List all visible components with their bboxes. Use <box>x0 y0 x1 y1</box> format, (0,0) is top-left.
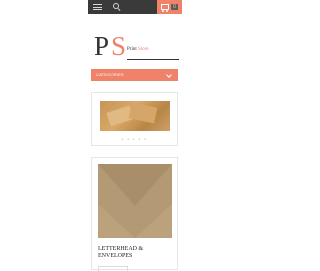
logo-letter-p: P <box>94 31 110 61</box>
logo-word-store: Store <box>138 47 149 52</box>
envelope-image[interactable] <box>98 164 172 238</box>
site-logo[interactable]: P S Print Store <box>94 33 179 63</box>
search-icon[interactable] <box>113 3 121 11</box>
product-card-business-cards[interactable]: ● ● ● ● ● <box>91 92 178 146</box>
product-card-letterhead[interactable]: LETTERHEAD & ENVELOPES <box>91 157 178 271</box>
chevron-down-icon <box>166 72 172 78</box>
hamburger-icon[interactable] <box>93 4 102 10</box>
logo-letter-s: S <box>111 31 127 61</box>
categories-toggle[interactable]: CATEGORIES <box>91 69 178 81</box>
logo-word-print: Print <box>127 47 137 52</box>
cart-count-badge: 0 <box>171 4 178 10</box>
cart-button[interactable]: 0 <box>157 0 182 14</box>
business-cards-image[interactable] <box>100 101 170 131</box>
carousel-dots: ● ● ● ● ● <box>121 137 148 141</box>
logo-underline <box>127 59 179 60</box>
top-navigation-bar: 0 <box>88 0 182 14</box>
product-title[interactable]: LETTERHEAD & ENVELOPES <box>98 246 174 260</box>
categories-label: CATEGORIES <box>96 72 124 77</box>
product-action-button[interactable] <box>98 266 128 271</box>
